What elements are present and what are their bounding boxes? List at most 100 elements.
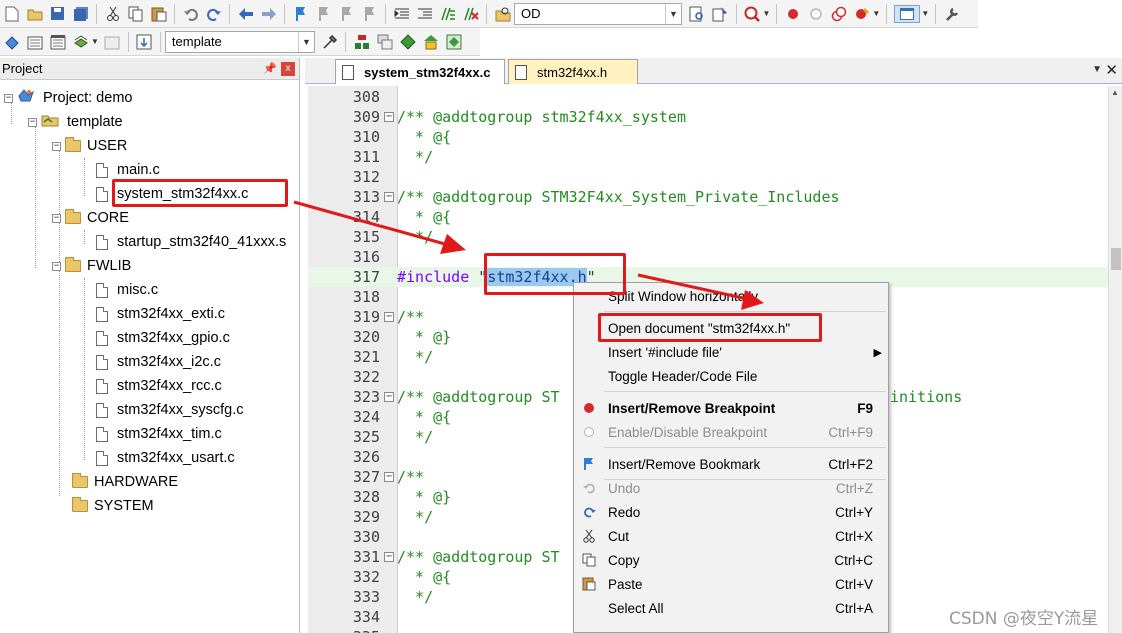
fold-toggle-icon[interactable]: − (384, 192, 394, 202)
code-line[interactable]: 310 * @{ (308, 127, 1108, 147)
collapse-icon[interactable]: − (28, 117, 37, 127)
pack-installer-icon[interactable] (422, 33, 440, 51)
code-line[interactable]: 315 */ (308, 227, 1108, 247)
fold-toggle-icon[interactable]: − (384, 552, 394, 562)
code-line[interactable]: 313−/** @addtogroup STM32F4xx_System_Pri… (308, 187, 1108, 207)
prev-bookmark-icon[interactable] (315, 5, 333, 23)
fold-toggle-icon[interactable]: − (384, 312, 394, 322)
close-icon[interactable]: ✕ (1105, 61, 1118, 79)
find-combo[interactable]: OD ▼ (514, 2, 682, 25)
menu-item-redo[interactable]: Redo Ctrl+Y (574, 500, 888, 524)
new-file-icon[interactable] (3, 5, 21, 23)
fold-toggle-icon[interactable]: − (384, 472, 394, 482)
code-line[interactable]: 309−/** @addtogroup stm32f4xx_system (308, 107, 1108, 127)
disable-breakpoints-icon[interactable] (830, 5, 848, 23)
chevron-down-icon[interactable]: ▼ (872, 9, 880, 18)
tree-file-startup[interactable]: startup_stm32f40_41xxx.s (96, 232, 286, 252)
tab-system-stm32f4xx-c[interactable]: system_stm32f4xx.c (335, 59, 505, 84)
tree-file-syscfg-c[interactable]: stm32f4xx_syscfg.c (96, 400, 244, 420)
scrollbar-thumb[interactable] (1111, 248, 1121, 270)
insert-breakpoint-icon[interactable] (784, 5, 802, 23)
code-line[interactable]: 312 (308, 167, 1108, 187)
window-layout-icon[interactable] (893, 4, 920, 23)
save-icon[interactable] (49, 5, 67, 23)
target-options-icon[interactable] (321, 33, 339, 51)
tree-file-gpio-c[interactable]: stm32f4xx_gpio.c (96, 328, 230, 348)
undo-icon[interactable] (182, 5, 200, 23)
vertical-scrollbar[interactable]: ▲ (1108, 86, 1122, 633)
tree-group-system[interactable]: SYSTEM (72, 496, 154, 516)
build-icon[interactable] (26, 33, 44, 51)
indent-icon[interactable] (393, 5, 411, 23)
chevron-down-icon[interactable]: ▼ (1092, 64, 1102, 75)
chevron-down-icon[interactable]: ▼ (297, 31, 314, 52)
menu-item-insert-bookmark[interactable]: Insert/Remove Bookmark Ctrl+F2 (574, 452, 888, 476)
tree-file-i2c-c[interactable]: stm32f4xx_i2c.c (96, 352, 221, 372)
find-icon[interactable] (688, 5, 706, 23)
copy-icon[interactable] (127, 5, 145, 23)
comment-icon[interactable] (439, 5, 457, 23)
cut-icon[interactable] (104, 5, 122, 23)
open-folder-icon[interactable] (26, 5, 44, 23)
code-line[interactable]: 311 */ (308, 147, 1108, 167)
tree-group-core[interactable]: − CORE (52, 208, 129, 228)
close-icon[interactable]: x (281, 61, 295, 76)
find-in-files-icon[interactable] (494, 5, 512, 23)
menu-item-insert-breakpoint[interactable]: Insert/Remove Breakpoint F9 (574, 396, 888, 420)
run-time-environment-icon[interactable] (445, 33, 463, 51)
menu-item-select-all[interactable]: Select All Ctrl+A (574, 596, 888, 620)
download-load-icon[interactable] (135, 33, 153, 51)
bookmark-icon[interactable] (292, 5, 310, 23)
tab-stm32f4xx-h[interactable]: stm32f4xx.h (508, 59, 638, 84)
configure-tools-icon[interactable] (943, 5, 961, 23)
batch-build-icon[interactable] (72, 33, 90, 51)
tree-group-fwlib[interactable]: − FWLIB (52, 256, 131, 276)
tree-file-exti-c[interactable]: stm32f4xx_exti.c (96, 304, 225, 324)
menu-item-cut[interactable]: Cut Ctrl+X (574, 524, 888, 548)
save-all-icon[interactable] (72, 5, 90, 23)
enable-breakpoint-icon[interactable] (807, 5, 825, 23)
tree-file-main-c[interactable]: main.c (96, 160, 160, 180)
forward-arrow-icon[interactable] (260, 5, 278, 23)
code-line[interactable]: 314 * @{ (308, 207, 1108, 227)
collapse-icon[interactable]: − (52, 141, 61, 151)
paste-icon[interactable] (150, 5, 168, 23)
tree-group-hardware[interactable]: HARDWARE (72, 472, 178, 492)
select-software-packs-icon[interactable] (399, 33, 417, 51)
clear-bookmarks-icon[interactable] (361, 5, 379, 23)
kill-breakpoints-icon[interactable] (853, 5, 871, 23)
menu-item-copy[interactable]: Copy Ctrl+C (574, 548, 888, 572)
menu-item-insert-include[interactable]: Insert '#include file' ▶ (574, 340, 888, 364)
menu-item-toggle-header[interactable]: Toggle Header/Code File (574, 364, 888, 388)
tree-file-misc-c[interactable]: misc.c (96, 280, 158, 300)
chevron-down-icon[interactable]: ▼ (921, 9, 929, 18)
chevron-down-icon[interactable]: ▼ (91, 37, 99, 46)
chevron-down-icon[interactable]: ▼ (665, 3, 681, 24)
translate-icon[interactable] (3, 33, 21, 51)
fold-toggle-icon[interactable]: − (384, 112, 394, 122)
redo-icon[interactable] (205, 5, 223, 23)
tree-file-rcc-c[interactable]: stm32f4xx_rcc.c (96, 376, 222, 396)
tree-file-usart-c[interactable]: stm32f4xx_usart.c (96, 448, 235, 468)
manage-project-items-icon[interactable] (353, 33, 371, 51)
collapse-icon[interactable]: − (52, 213, 61, 223)
scroll-up-icon[interactable]: ▲ (1111, 88, 1119, 97)
code-line[interactable]: 308 (308, 87, 1108, 107)
fold-toggle-icon[interactable]: − (384, 392, 394, 402)
tree-group-user[interactable]: − USER (52, 136, 127, 156)
incremental-find-icon[interactable] (711, 5, 729, 23)
tree-node-target[interactable]: − template (28, 112, 123, 132)
tree-node-project[interactable]: − Project: demo (4, 88, 132, 108)
back-arrow-icon[interactable] (237, 5, 255, 23)
tree-file-tim-c[interactable]: stm32f4xx_tim.c (96, 424, 222, 444)
menu-item-paste[interactable]: Paste Ctrl+V (574, 572, 888, 596)
code-line[interactable]: 316 (308, 247, 1108, 267)
pin-icon[interactable]: 📌 (263, 62, 277, 75)
file-extensions-icon[interactable] (376, 33, 394, 51)
debug-session-icon[interactable] (743, 5, 761, 23)
uncomment-icon[interactable] (462, 5, 480, 23)
collapse-icon[interactable]: − (52, 261, 61, 271)
unindent-icon[interactable] (416, 5, 434, 23)
next-bookmark-icon[interactable] (338, 5, 356, 23)
rebuild-icon[interactable] (49, 33, 67, 51)
